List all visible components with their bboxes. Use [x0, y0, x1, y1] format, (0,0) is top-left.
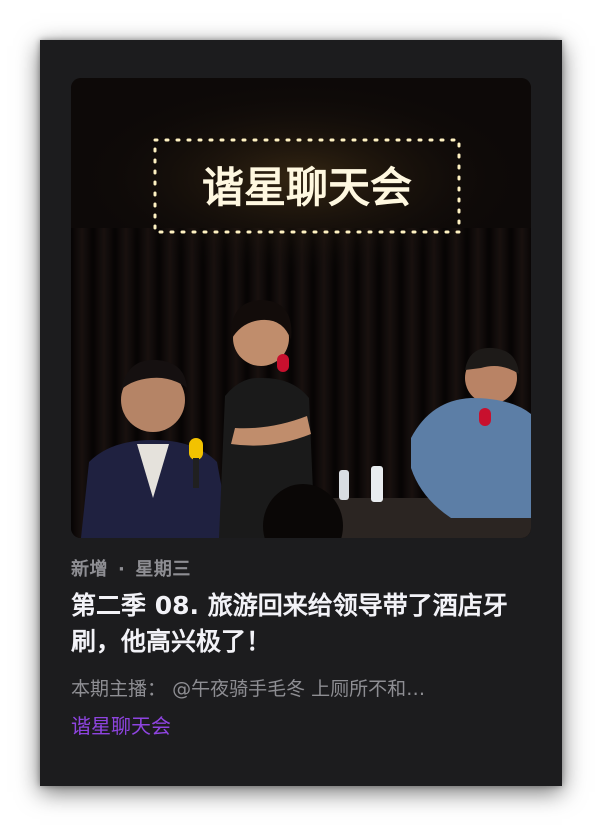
episode-artwork[interactable]: 谐星聊天会: [71, 78, 531, 538]
sign-text: 谐星聊天会: [202, 163, 412, 212]
hosts-names: @午夜骑手毛冬 上厕所不和…: [172, 678, 426, 700]
episode-title[interactable]: 第二季 08. 旅游回来给领导带了酒店牙刷，他高兴极了！: [71, 588, 533, 660]
episode-status: 新增: [71, 559, 108, 580]
episode-meta: 新增 · 星期三: [71, 555, 191, 581]
episode-hosts: 本期主播： @午夜骑手毛冬 上厕所不和…: [71, 674, 531, 701]
artwork-illustration: 谐星聊天会: [71, 78, 531, 538]
episode-card[interactable]: 谐星聊天会 新增 · 星期三 第二季 08. 旅游回来给领导带了酒店牙刷，他高兴…: [40, 40, 562, 786]
episode-day: 星期三: [135, 559, 191, 580]
meta-separator: ·: [118, 559, 126, 580]
podcast-name-link[interactable]: 谐星聊天会: [71, 710, 171, 739]
hosts-label: 本期主播：: [71, 678, 167, 700]
